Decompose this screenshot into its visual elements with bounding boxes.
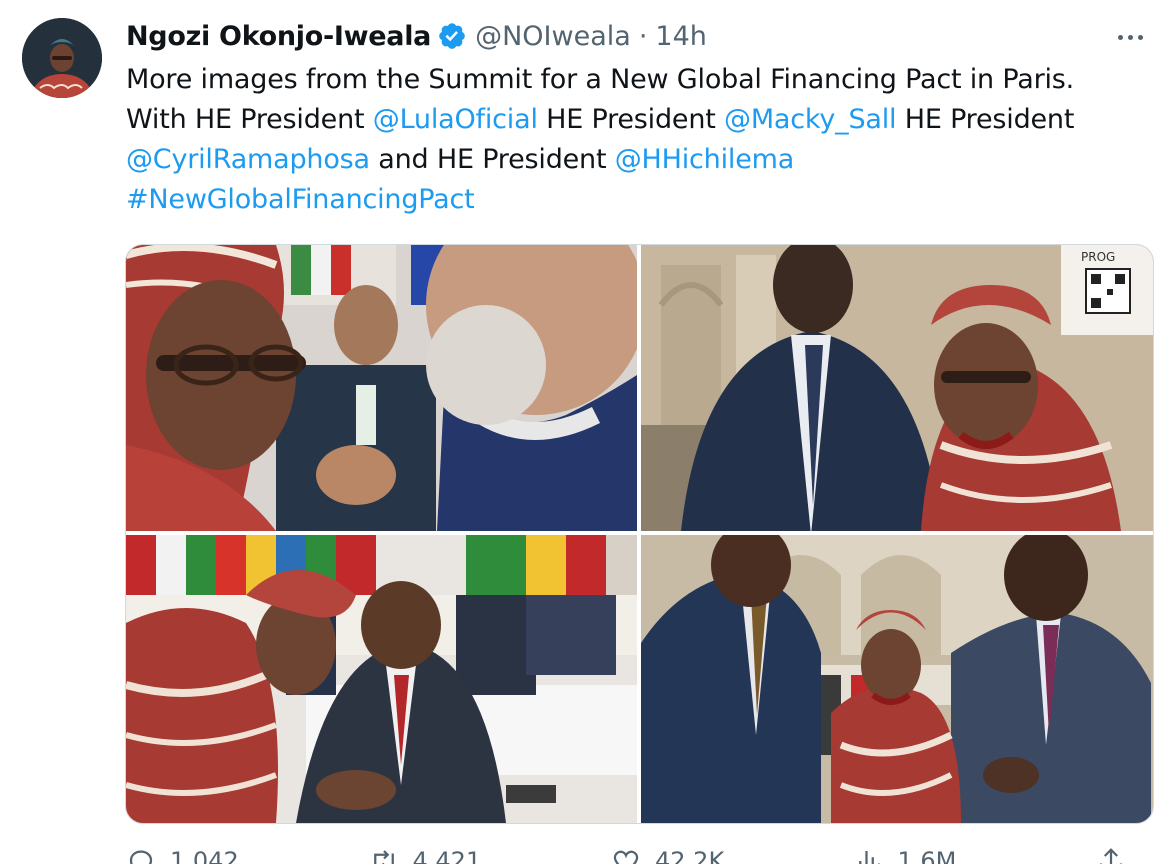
author-handle[interactable]: @NOIweala — [475, 21, 631, 52]
mention-macky-sall[interactable]: @Macky_Sall — [724, 104, 897, 135]
tweet-line-1: More images from the Summit for a New Gl… — [126, 60, 1136, 100]
retweet-count: 4,421 — [412, 847, 482, 864]
photo-1[interactable] — [126, 245, 637, 531]
reply-button[interactable]: 1,042 — [126, 846, 326, 864]
hashtag-link[interactable]: #NewGlobalFinancingPact — [126, 184, 475, 215]
photo-group-conversation-icon — [641, 535, 1153, 823]
tweet-timestamp[interactable]: 14h — [655, 21, 706, 52]
views-button[interactable]: 1.6M — [854, 846, 1054, 864]
reply-count: 1,042 — [170, 847, 239, 864]
tweet-actions: 1,042 4,421 42.2K 1.6M — [126, 846, 1136, 864]
mention-hhichilema[interactable]: @HHichilema — [615, 144, 795, 175]
photo-4[interactable] — [641, 535, 1153, 823]
share-icon — [1099, 848, 1123, 864]
photo-embrace-icon — [126, 245, 637, 531]
tweet-text-segment: HE President — [537, 104, 725, 135]
tweet-text: More images from the Summit for a New Gl… — [126, 60, 1136, 220]
retweet-icon — [373, 850, 394, 864]
media-grid: PROG — [125, 244, 1154, 824]
views-count: 1.6M — [897, 847, 957, 864]
like-count: 42.2K — [655, 847, 725, 864]
tweet-line-4: #NewGlobalFinancingPact — [126, 180, 1136, 220]
tweet-line-3: @CyrilRamaphosa and HE President @HHichi… — [126, 140, 1136, 180]
tweet-text-segment: With HE President — [126, 104, 373, 135]
sign-text: PROG — [1081, 250, 1115, 264]
retweet-button[interactable]: 4,421 — [369, 846, 569, 864]
separator-dot: · — [638, 20, 648, 52]
photo-portrait-icon: PROG — [641, 245, 1153, 531]
avatar[interactable] — [22, 18, 102, 98]
tweet-text-segment: More images from the Summit for a New Gl… — [126, 64, 1075, 95]
heart-icon — [613, 850, 639, 864]
mention-lula[interactable]: @LulaOficial — [373, 104, 538, 135]
more-options-button[interactable] — [1110, 22, 1150, 52]
views-chart-icon — [858, 851, 880, 864]
photo-conference-table-icon — [126, 535, 637, 823]
more-dot-icon — [1127, 34, 1133, 40]
share-button[interactable] — [1096, 846, 1136, 864]
author-name[interactable]: Ngozi Okonjo-Iweala — [126, 21, 431, 52]
verified-badge-icon[interactable] — [437, 21, 467, 51]
more-dot-icon — [1137, 34, 1143, 40]
tweet-text-segment: and HE President — [369, 144, 615, 175]
tweet-header: Ngozi Okonjo-Iweala @NOIweala · 14h — [126, 14, 707, 58]
like-button[interactable]: 42.2K — [611, 846, 811, 864]
reply-icon — [129, 850, 153, 864]
photo-2[interactable]: PROG — [641, 245, 1153, 531]
more-dot-icon — [1117, 34, 1123, 40]
tweet-line-2: With HE President @LulaOficial HE Presid… — [126, 100, 1136, 140]
mention-cyril-ramaphosa[interactable]: @CyrilRamaphosa — [126, 144, 370, 175]
profile-photo-icon — [22, 18, 102, 98]
tweet-text-segment: HE President — [896, 104, 1075, 135]
tweet-card[interactable]: Ngozi Okonjo-Iweala @NOIweala · 14h More… — [0, 0, 1172, 864]
photo-3[interactable] — [126, 535, 637, 823]
